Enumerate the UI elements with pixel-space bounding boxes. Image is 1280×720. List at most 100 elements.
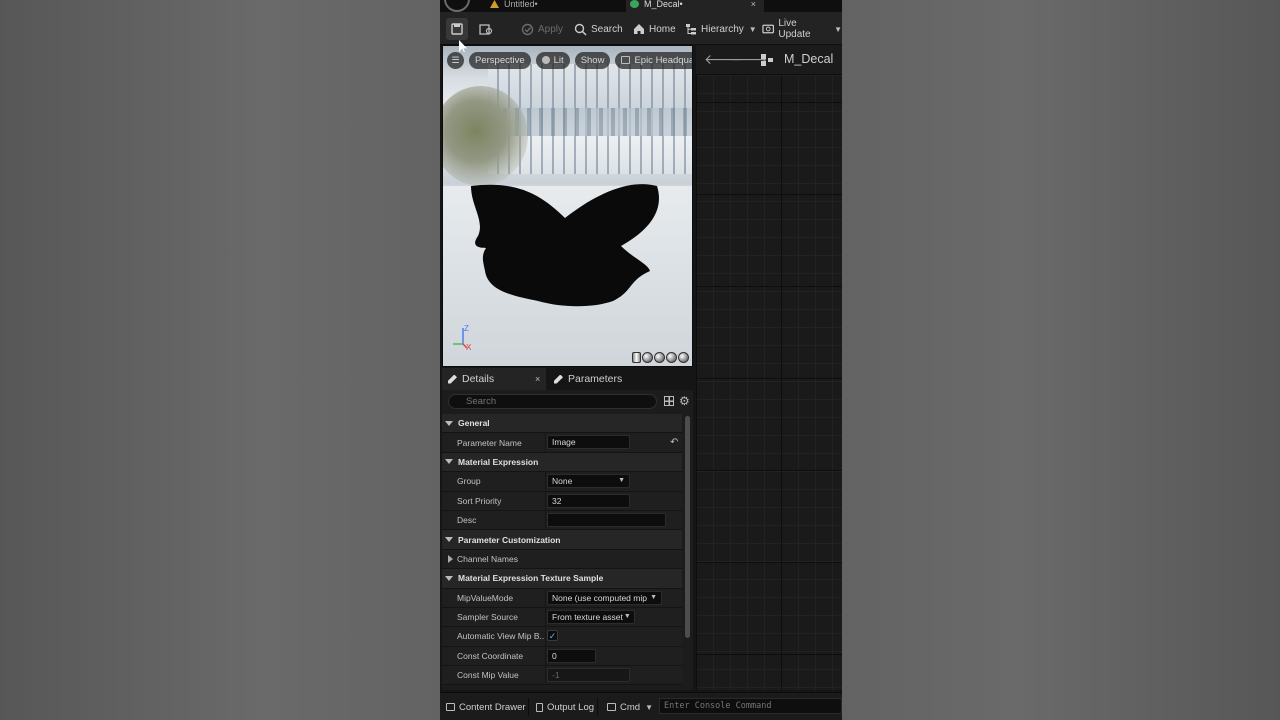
output-log-button[interactable]: Output Log [536, 700, 594, 714]
close-icon[interactable]: × [535, 368, 540, 390]
column-divider [545, 491, 546, 510]
const-mip-value-field[interactable]: -1 [547, 668, 630, 683]
live-update-icon [762, 24, 775, 34]
material-icon [630, 0, 639, 8]
material-graph-icon [761, 54, 773, 66]
teapot-preview-icon[interactable] [678, 352, 689, 363]
axis-gizmo: Z X [453, 324, 472, 352]
category-parameter-customization[interactable]: Parameter Customization [442, 530, 682, 550]
viewport-options-button[interactable]: ☰ [447, 51, 464, 69]
gear-icon[interactable]: ⚙ [679, 395, 691, 407]
search-button[interactable]: Search [574, 18, 623, 40]
property-parameter-name: Parameter Name Image ↶ [442, 433, 682, 453]
tab-m-decal[interactable]: M_Decal• × [626, 0, 764, 12]
live-update-button[interactable]: Live Update ▼ [762, 18, 842, 40]
reset-to-default-icon[interactable]: ↶ [670, 437, 678, 448]
collapse-arrow-icon [445, 575, 453, 581]
table-view-icon[interactable] [664, 396, 674, 406]
home-button[interactable]: Home [633, 18, 676, 40]
group-dropdown[interactable]: None ▼ [547, 474, 630, 489]
sampler-source-dropdown[interactable]: From texture asset ▼ [547, 609, 635, 624]
level-icon [490, 0, 499, 8]
mip-value-mode-value: None (use computed mip lev [552, 592, 649, 603]
mip-value-mode-dropdown[interactable]: None (use computed mip lev▼ [547, 590, 662, 605]
perspective-button[interactable]: Perspective [469, 51, 531, 69]
preview-mesh-selector [632, 352, 689, 363]
column-divider [545, 433, 546, 452]
category-general[interactable]: General [442, 414, 682, 434]
tab-details-label: Details [462, 373, 495, 385]
property-desc: Desc [442, 510, 682, 531]
sphere-preview-icon[interactable] [642, 352, 653, 363]
const-coordinate-field[interactable]: 0 [547, 648, 596, 663]
column-divider [545, 666, 546, 685]
unreal-logo-icon[interactable] [444, 0, 470, 12]
category-material-expression[interactable]: Material Expression [442, 452, 682, 473]
sampler-source-value: From texture asset [552, 611, 623, 622]
property-sampler-source: Sampler Source From texture asset ▼ [442, 607, 682, 628]
sort-priority-field[interactable]: 32 [547, 493, 630, 508]
lit-button[interactable]: Lit [535, 51, 570, 69]
tab-parameters[interactable]: Parameters [552, 368, 622, 390]
chevron-down-icon: ▼ [834, 24, 842, 34]
apply-icon [521, 23, 534, 35]
lit-label: Lit [553, 54, 564, 66]
graph-breadcrumb-title[interactable]: M_Decal [784, 52, 833, 66]
content-drawer-icon [446, 703, 455, 711]
cmd-dropdown[interactable]: Cmd ▼ [607, 700, 653, 714]
plane-preview-icon[interactable] [654, 352, 665, 363]
tab-untitled-level[interactable]: Untitled• [490, 0, 620, 12]
editor-toolbar: Apply Search Home Hierarchy ▼ Live Updat… [440, 12, 842, 45]
axis-x-label: X [466, 343, 472, 352]
material-preview-viewport[interactable]: ☰ Perspective Lit Show Epic Headquarters… [442, 45, 693, 367]
status-bar: Content Drawer Output Log Cmd ▼ [440, 692, 842, 720]
property-label: MipValueMode [457, 592, 514, 603]
collapse-arrow-icon [445, 459, 453, 465]
desc-field[interactable] [547, 512, 666, 527]
save-button[interactable] [446, 18, 468, 40]
column-divider [545, 646, 546, 666]
column-divider [545, 607, 546, 627]
environment-button[interactable]: Epic Headquarters [615, 51, 692, 69]
automatic-view-mip-checkbox[interactable]: ✓ [547, 630, 558, 642]
close-icon[interactable]: × [751, 0, 756, 9]
property-label: Const Mip Value [457, 670, 519, 681]
property-label: Parameter Name [457, 437, 522, 448]
hamburger-icon: ☰ [451, 54, 460, 65]
parameter-name-field[interactable]: Image [547, 435, 630, 450]
cmd-label: Cmd [620, 701, 641, 713]
column-divider [545, 588, 546, 607]
details-search-input[interactable] [448, 394, 657, 409]
pencil-icon [554, 374, 563, 384]
console-icon [607, 703, 616, 711]
chevron-down-icon: ▼ [623, 612, 631, 620]
collapse-arrow-icon [445, 537, 453, 543]
home-icon [634, 24, 644, 34]
tab-details[interactable]: Details [442, 368, 546, 390]
axis-z-label: Z [464, 324, 469, 333]
tab-label: Untitled• [504, 0, 538, 9]
background-left [0, 0, 440, 720]
show-button[interactable]: Show [574, 51, 611, 69]
background-right [842, 0, 1280, 720]
material-graph-canvas[interactable] [696, 75, 842, 690]
content-drawer-button[interactable]: Content Drawer [446, 700, 526, 714]
category-texture-sample[interactable]: Material Expression Texture Sample [442, 569, 682, 589]
cylinder-preview-icon[interactable] [632, 352, 641, 363]
property-label: Channel Names [457, 553, 518, 564]
column-divider [545, 472, 546, 491]
console-command-input[interactable] [659, 698, 842, 714]
hierarchy-icon [686, 24, 696, 35]
content-drawer-label: Content Drawer [459, 701, 526, 713]
chevron-down-icon: ▼ [650, 593, 657, 601]
search-icon [574, 23, 587, 36]
expand-arrow-icon[interactable] [448, 554, 453, 563]
apply-button[interactable]: Apply [521, 18, 563, 40]
property-channel-names[interactable]: Channel Names [442, 549, 682, 570]
details-scrollbar[interactable] [685, 416, 690, 638]
browse-button[interactable] [479, 18, 493, 40]
chevron-down-icon: ▼ [618, 477, 625, 485]
divider [597, 698, 598, 716]
hierarchy-button[interactable]: Hierarchy ▼ [685, 18, 757, 40]
cube-preview-icon[interactable] [666, 352, 677, 363]
